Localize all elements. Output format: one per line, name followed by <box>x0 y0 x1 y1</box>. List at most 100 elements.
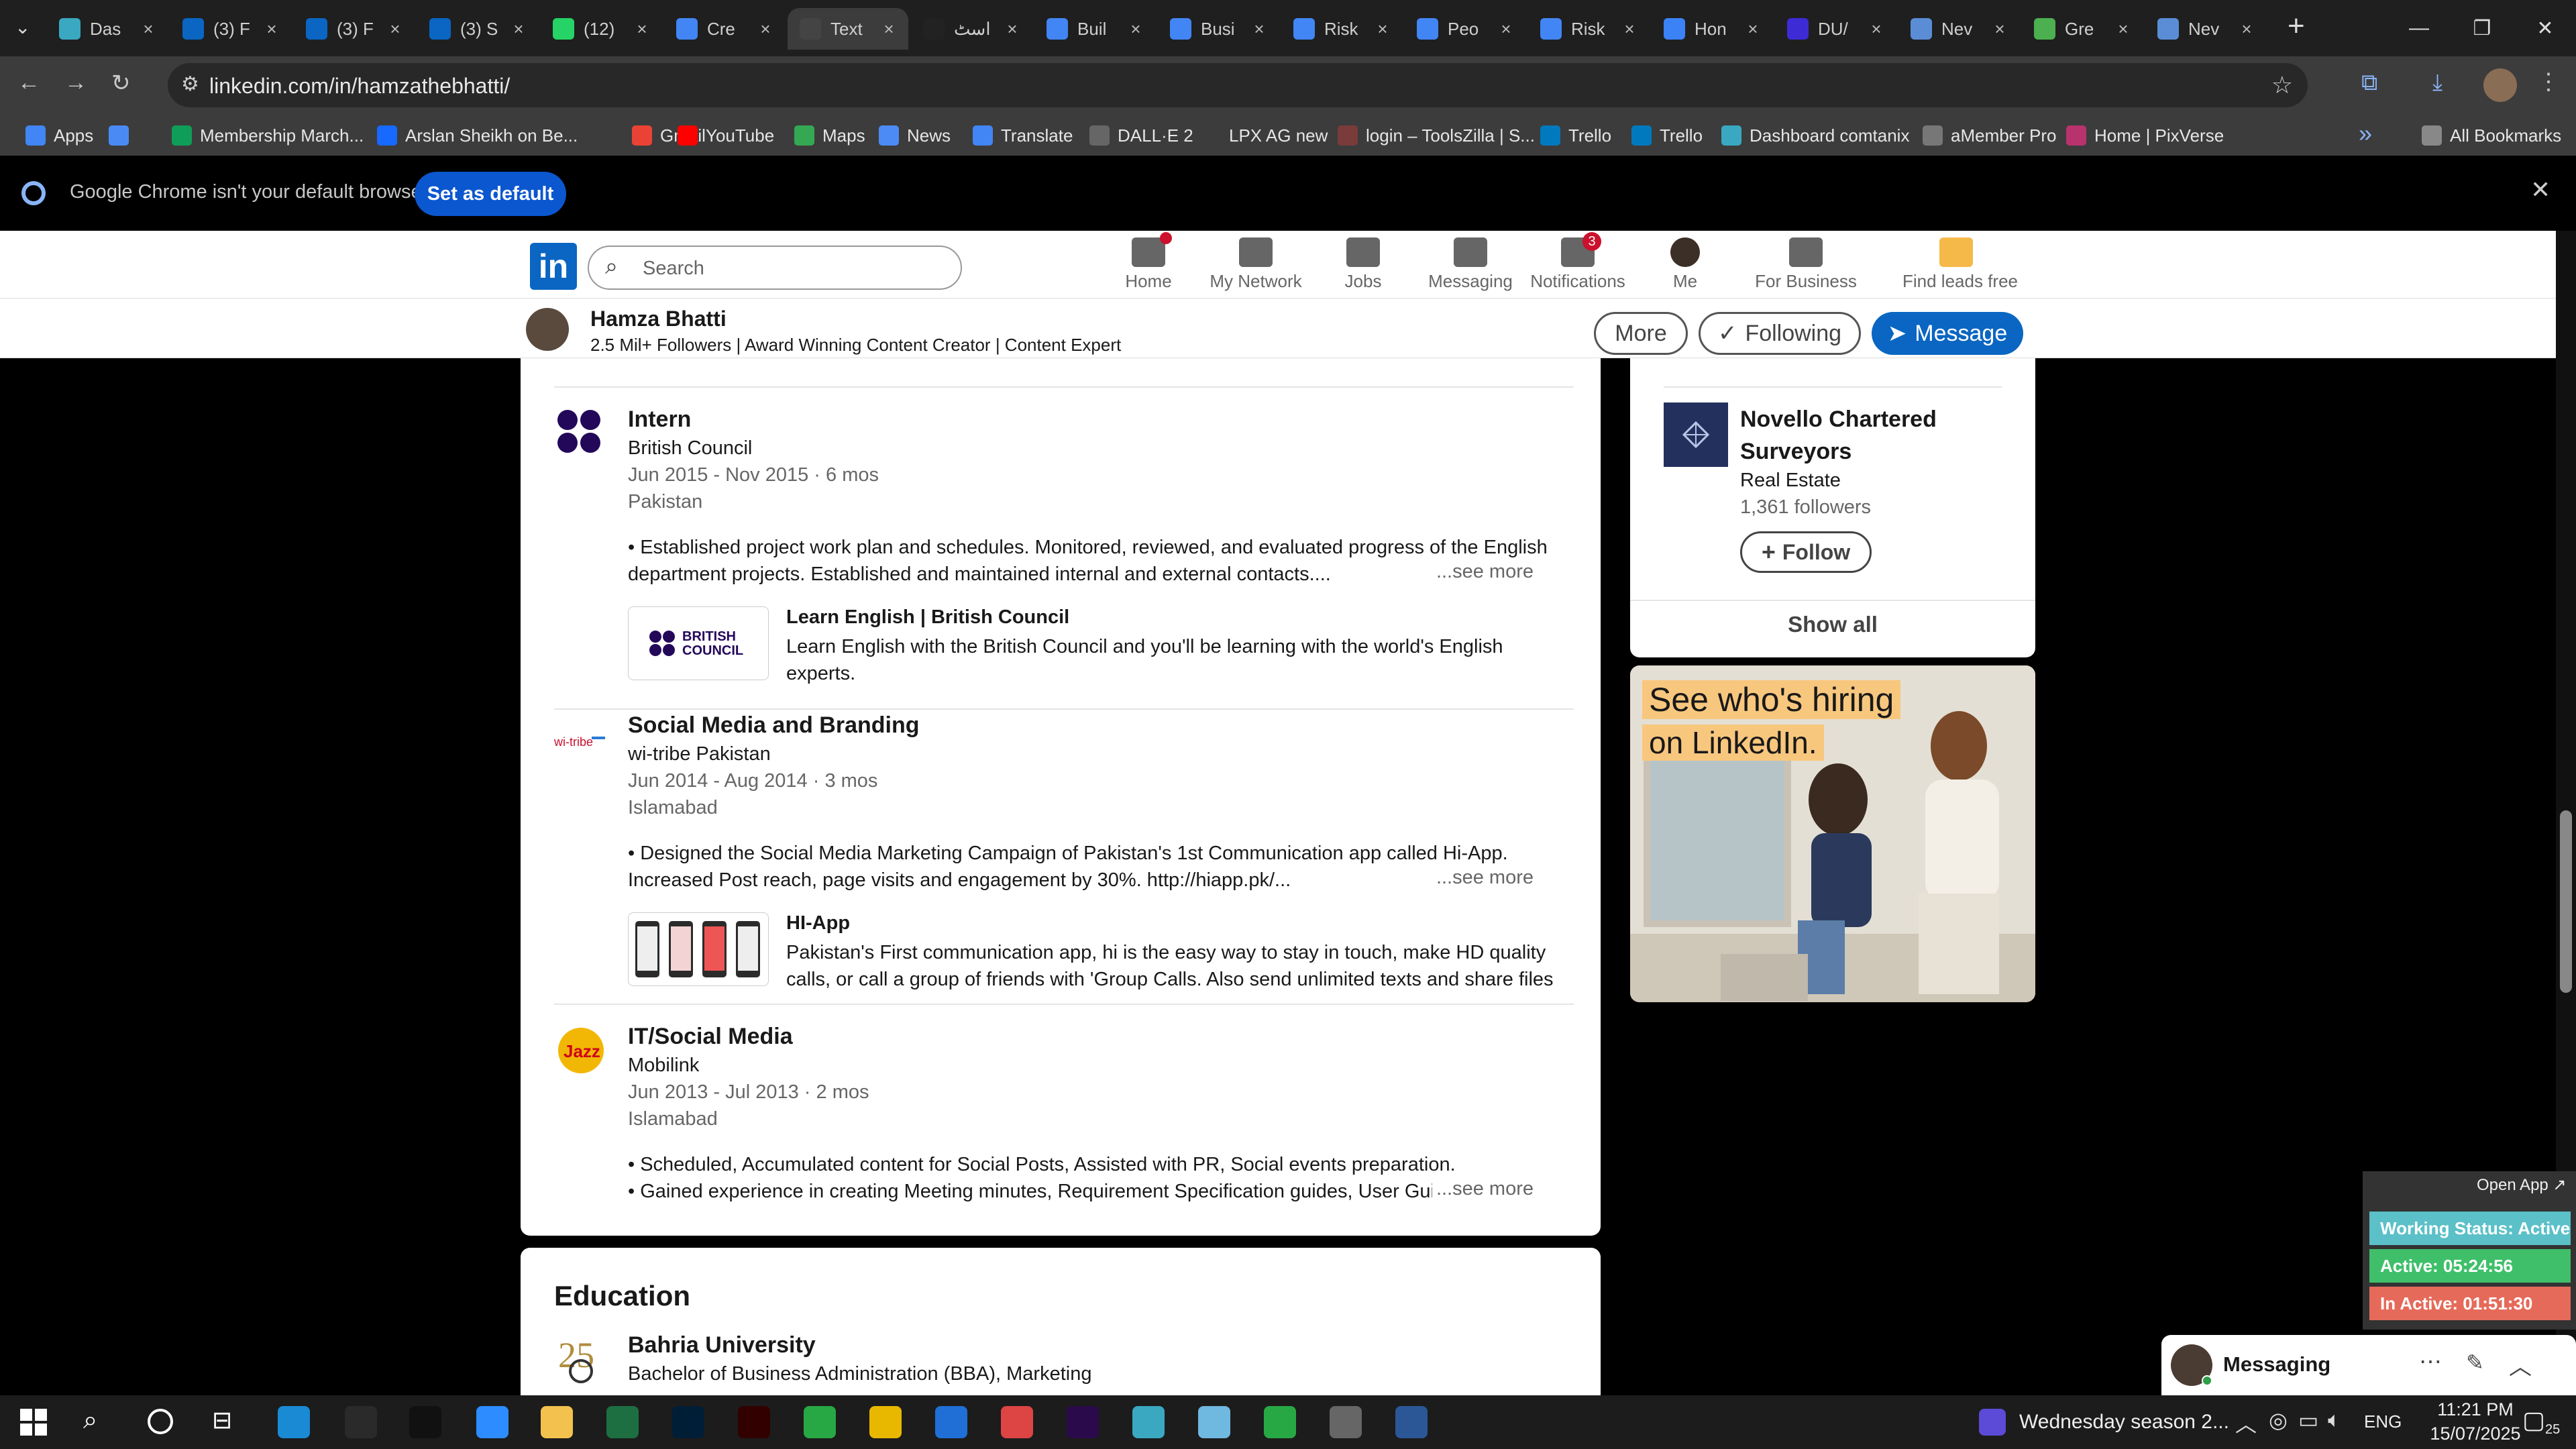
reload-icon[interactable]: ↻ <box>111 70 131 97</box>
browser-tab[interactable]: Hon × <box>1652 8 1772 50</box>
british-council-logo[interactable] <box>554 407 608 460</box>
notepad-icon[interactable] <box>1198 1406 1230 1438</box>
jazz-logo[interactable]: Jazz <box>554 1024 608 1077</box>
experience-media[interactable]: BRITISH COUNCIL Learn English | British … <box>628 606 1567 684</box>
media-widget[interactable]: Wednesday season 2... <box>1979 1407 2229 1437</box>
word-icon[interactable] <box>1395 1406 1428 1438</box>
chrome-active-icon[interactable] <box>1001 1406 1033 1438</box>
tab-close-icon[interactable]: × <box>2237 19 2257 40</box>
see-more-link[interactable]: ...see more <box>1432 1178 1534 1200</box>
bookmark-item[interactable]: LPX AG new <box>1201 122 1328 149</box>
bookmark-item[interactable]: login – ToolsZilla | S... <box>1338 122 1535 149</box>
bookmark-item[interactable]: Home | PixVerse <box>2066 122 2224 149</box>
set-default-button[interactable]: Set as default <box>415 172 566 216</box>
app-icon[interactable] <box>1132 1406 1165 1438</box>
nav-item-me[interactable]: Me <box>1631 237 1739 292</box>
tab-close-icon[interactable]: × <box>2113 19 2133 40</box>
tab-close-icon[interactable]: × <box>1743 19 1763 40</box>
calculator-icon[interactable] <box>1330 1406 1362 1438</box>
phone-icon[interactable] <box>1264 1406 1296 1438</box>
profile-avatar[interactable] <box>2483 68 2517 102</box>
tab-close-icon[interactable]: × <box>508 19 529 40</box>
bookmarks-overflow-icon[interactable]: » <box>2359 119 2372 148</box>
tab-search-icon[interactable]: ⌄ <box>15 16 30 38</box>
profile-photo[interactable] <box>526 308 569 351</box>
infobar-close-icon[interactable]: ✕ <box>2530 176 2551 204</box>
company-name-line2[interactable]: Surveyors <box>1740 439 1851 465</box>
company-name-line1[interactable]: Novello Chartered <box>1740 407 1937 433</box>
bookmark-item[interactable]: Maps <box>794 122 865 149</box>
new-tab-button[interactable]: + <box>2288 9 2305 43</box>
messaging-overlay[interactable]: Messaging ⋯ ✎ ︿ <box>2161 1335 2576 1395</box>
tab-close-icon[interactable]: × <box>1990 19 2010 40</box>
tab-close-icon[interactable]: × <box>1373 19 1393 40</box>
search-input[interactable]: ⌕ Search <box>588 246 962 290</box>
show-all-button[interactable]: Show all <box>1630 612 2035 637</box>
tab-close-icon[interactable]: × <box>385 19 405 40</box>
pen-tool-icon[interactable] <box>345 1406 377 1438</box>
premiere-icon[interactable] <box>1067 1406 1099 1438</box>
volume-icon[interactable]: 🔈︎ <box>2328 1407 2341 1433</box>
edge-icon[interactable] <box>278 1406 310 1438</box>
browser-tab[interactable]: Das × <box>47 8 168 50</box>
address-bar[interactable]: ⚙ linkedin.com/in/hamzathebhatti/ ☆ <box>168 63 2308 107</box>
bookmark-item[interactable]: Apps <box>25 122 93 149</box>
bookmark-item[interactable]: News <box>879 122 951 149</box>
browser-tab[interactable]: (12) × <box>541 8 661 50</box>
browser-tab[interactable]: Nev × <box>1898 8 2019 50</box>
tab-close-icon[interactable]: × <box>755 19 775 40</box>
bookmark-star-icon[interactable]: ☆ <box>2271 71 2293 99</box>
bookmark-item[interactable]: YouTube <box>678 122 774 149</box>
experience-media[interactable]: HI-App Pakistan's First communication ap… <box>628 912 1567 990</box>
bookmark-item[interactable]: Translate <box>973 122 1073 149</box>
excel-icon[interactable] <box>606 1406 639 1438</box>
tab-close-icon[interactable]: × <box>879 19 899 40</box>
terminal-icon[interactable] <box>409 1406 441 1438</box>
scrollbar-thumb[interactable] <box>2560 810 2572 993</box>
nav-item-jobs[interactable]: Jobs <box>1309 237 1417 292</box>
bookmark-item[interactable]: Arslan Sheikh on Be... <box>377 122 578 149</box>
browser-tab[interactable]: (3) F × <box>294 8 415 50</box>
bookmark-item[interactable]: Dashboard comtanix <box>1721 122 1909 149</box>
tray-icon[interactable]: ◎ <box>2269 1407 2288 1433</box>
browser-tab[interactable]: Busi × <box>1158 8 1279 50</box>
tab-close-icon[interactable]: × <box>1249 19 1269 40</box>
follow-button[interactable]: + Follow <box>1740 531 1872 573</box>
tab-close-icon[interactable]: × <box>632 19 652 40</box>
browser-tab[interactable]: (3) S × <box>417 8 538 50</box>
minimize-button[interactable]: — <box>2388 0 2450 56</box>
more-button[interactable]: More <box>1594 312 1688 355</box>
tray-chevron-icon[interactable]: ︿ <box>2235 1407 2257 1438</box>
bookmark-item[interactable]: Trello <box>1540 122 1611 149</box>
network-icon[interactable]: ▭ <box>2298 1407 2318 1433</box>
browser-tab[interactable]: (3) F × <box>170 8 291 50</box>
education-school[interactable]: Bahria University <box>628 1332 816 1358</box>
phone-link-icon[interactable] <box>804 1406 836 1438</box>
zoom-icon[interactable] <box>476 1406 508 1438</box>
file-explorer-icon[interactable] <box>541 1406 573 1438</box>
browser-tab[interactable]: Nev × <box>2145 8 2266 50</box>
downloads-icon[interactable]: ⤓ <box>2432 70 2443 96</box>
cortana-icon[interactable] <box>148 1409 173 1434</box>
windows-start-icon[interactable] <box>20 1409 47 1436</box>
bahria-university-logo[interactable]: 25 <box>554 1332 608 1386</box>
more-options-icon[interactable]: ⋯ <box>2419 1348 2442 1375</box>
extensions-icon[interactable]: ⧉ <box>2361 70 2377 96</box>
browser-tab[interactable]: Risk × <box>1281 8 1402 50</box>
browser-tab[interactable]: Cre × <box>664 8 785 50</box>
task-view-icon[interactable]: ⊟ <box>212 1406 232 1434</box>
browser-tab[interactable]: اسٹ × <box>911 8 1032 50</box>
see-more-link[interactable]: ...see more <box>1432 561 1534 583</box>
compose-icon[interactable]: ✎ <box>2466 1350 2484 1375</box>
restore-button[interactable]: ❐ <box>2451 0 2513 56</box>
tab-close-icon[interactable]: × <box>1619 19 1640 40</box>
tab-close-icon[interactable]: × <box>262 19 282 40</box>
clock-date[interactable]: 15/07/2025 <box>2422 1424 2529 1444</box>
tab-close-icon[interactable]: × <box>1866 19 1886 40</box>
browser-tab[interactable]: Buil × <box>1034 8 1155 50</box>
hiring-ad[interactable]: See who's hiring on LinkedIn. <box>1630 665 2035 1002</box>
browser-tab[interactable]: Gre × <box>2022 8 2143 50</box>
see-more-link[interactable]: ...see more <box>1432 867 1534 889</box>
open-app-link[interactable]: Open App ↗ <box>2477 1175 2567 1195</box>
tab-close-icon[interactable]: × <box>138 19 158 40</box>
